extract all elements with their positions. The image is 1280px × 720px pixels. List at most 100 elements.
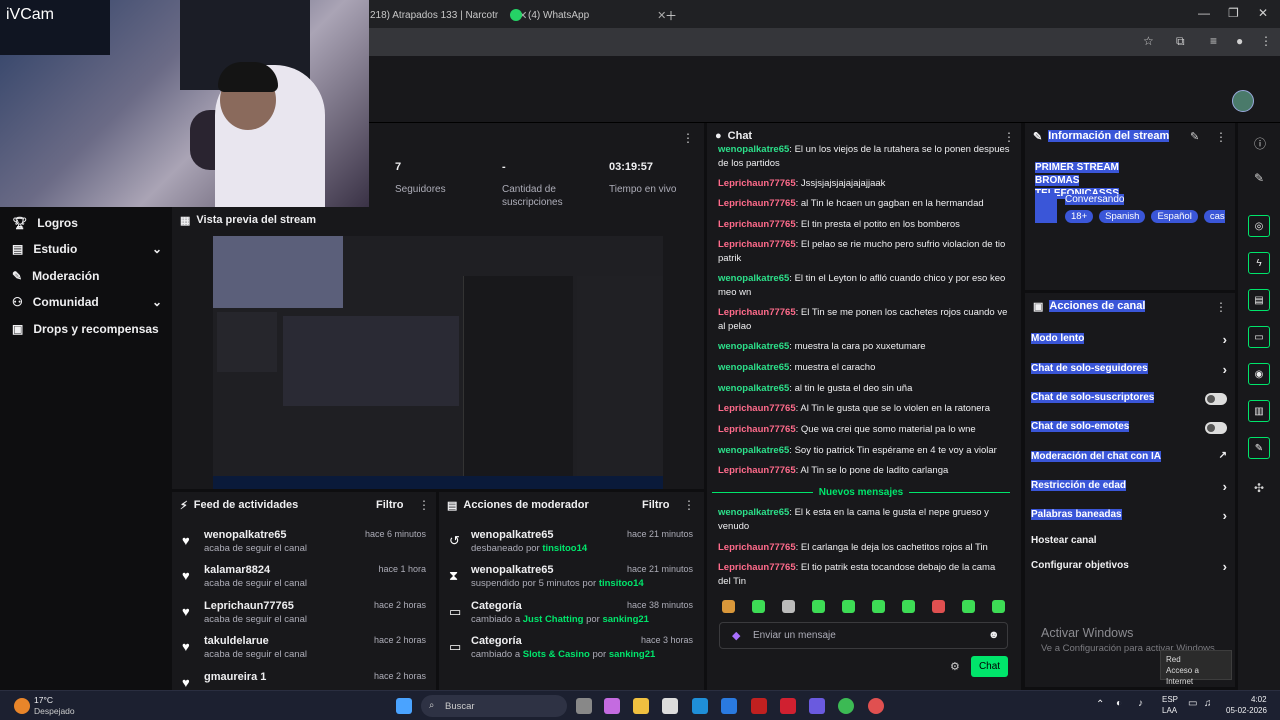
more-options-icon[interactable]: ⋮	[1003, 130, 1015, 144]
nav-item-logros[interactable]: 🏆︎ Logros	[12, 216, 162, 230]
chat-username[interactable]: Leprichaun77765	[718, 198, 796, 209]
maximize-icon[interactable]: ❐	[1228, 6, 1239, 20]
bits-icon[interactable]: ◆	[732, 629, 740, 642]
chat-username[interactable]: Leprichaun77765	[718, 465, 796, 476]
chat-username[interactable]: Leprichaun77765	[718, 562, 796, 573]
channel-action[interactable]: Chat de solo-emotes	[1031, 421, 1227, 437]
channel-action[interactable]: Restricción de edad ›	[1031, 479, 1227, 496]
network-icon[interactable]: ▭	[1188, 698, 1197, 709]
store-icon[interactable]	[662, 698, 678, 714]
chat-username[interactable]: wenopalkatre65	[718, 362, 789, 373]
chat-username[interactable]: Leprichaun77765	[718, 307, 796, 318]
stream-category[interactable]: Conversando	[1065, 194, 1125, 205]
emote-icon[interactable]	[722, 600, 735, 613]
channel-action[interactable]: Modo lento ›	[1031, 332, 1227, 349]
task-view-icon[interactable]	[576, 698, 592, 714]
nav-item-comunidad[interactable]: ⚇ Comunidad ⌄	[12, 295, 162, 309]
weather-temp[interactable]: 17°C	[34, 695, 53, 705]
chat-username[interactable]: wenopalkatre65	[718, 273, 789, 284]
channel-action[interactable]: Chat de solo-seguidores ›	[1031, 362, 1227, 379]
mod-filter-button[interactable]: Filtro	[642, 499, 670, 511]
new-messages-divider[interactable]: Nuevos mensajes	[712, 484, 1010, 500]
more-options-icon[interactable]: ⋮	[1215, 130, 1227, 144]
rail-button-clip[interactable]: ◎	[1248, 215, 1270, 237]
tag[interactable]: Español	[1151, 210, 1198, 223]
chat-username[interactable]: Leprichaun77765	[718, 542, 796, 553]
emote-icon[interactable]	[752, 600, 765, 613]
rail-button-chat[interactable]: ▭	[1248, 326, 1270, 348]
chat-username[interactable]: Leprichaun77765	[718, 239, 796, 250]
chat-input[interactable]: ◆ Enviar un mensaje ☻	[719, 622, 1008, 649]
info-icon[interactable]: ⓘ	[1254, 135, 1266, 152]
chat-username[interactable]: wenopalkatre65	[718, 144, 789, 155]
channel-action[interactable]: Chat de solo-suscriptores	[1031, 392, 1227, 408]
clock-time[interactable]: 4:02	[1251, 695, 1267, 704]
emote-icon[interactable]	[962, 600, 975, 613]
taskbar-search[interactable]: ⌕ Buscar	[421, 695, 567, 717]
rail-button-bolt[interactable]: ϟ	[1248, 252, 1270, 274]
bookmark-star-icon[interactable]: ☆	[1143, 34, 1154, 48]
windows-start-icon[interactable]	[396, 698, 412, 714]
stream-preview-video[interactable]	[213, 236, 663, 489]
feed-filter-button[interactable]: Filtro	[376, 499, 404, 511]
app-icon[interactable]	[780, 698, 796, 714]
chat-username[interactable]: wenopalkatre65	[718, 341, 789, 352]
more-options-icon[interactable]: ⋮	[418, 498, 430, 512]
channel-action[interactable]: Palabras baneadas ›	[1031, 508, 1227, 525]
nav-item-moderacion[interactable]: ✎ Moderación	[12, 269, 162, 283]
profile-icon[interactable]: ●	[1236, 34, 1243, 48]
edit-icon[interactable]: ✎	[1190, 130, 1199, 143]
emote-icon[interactable]	[872, 600, 885, 613]
rail-button-doc[interactable]: ▤	[1248, 289, 1270, 311]
media-icon[interactable]: ≡	[1210, 34, 1217, 48]
channel-action[interactable]: Moderación del chat con IA ↗	[1031, 450, 1227, 467]
chat-username[interactable]: wenopalkatre65	[718, 445, 789, 456]
teams-icon[interactable]	[809, 698, 825, 714]
new-tab-icon[interactable]: ＋	[665, 7, 677, 24]
minimize-icon[interactable]: —	[1198, 6, 1210, 20]
chevron-up-icon[interactable]: ⌃	[1096, 699, 1104, 710]
toggle-switch[interactable]	[1205, 422, 1227, 434]
channel-action[interactable]: Configurar objetivos ›	[1031, 559, 1227, 576]
emote-icon[interactable]	[842, 600, 855, 613]
app-tray-icon[interactable]: ◐	[1116, 698, 1122, 709]
rail-button-wrench[interactable]: ✎	[1248, 437, 1270, 459]
rail-button-broadcast[interactable]: ◉	[1248, 363, 1270, 385]
gear-icon[interactable]: ⚙	[950, 660, 960, 673]
more-options-icon[interactable]: ⋮	[1215, 300, 1227, 314]
menu-icon[interactable]: ⋮	[1260, 34, 1272, 48]
chat-username[interactable]: Leprichaun77765	[718, 219, 796, 230]
chat-username[interactable]: Leprichaun77765	[718, 424, 796, 435]
chat-username[interactable]: wenopalkatre65	[718, 507, 789, 518]
rail-button-layout[interactable]: ▥	[1248, 400, 1270, 422]
language-indicator[interactable]: ESP	[1162, 695, 1178, 704]
chrome-icon[interactable]	[838, 698, 854, 714]
tag[interactable]: Spanish	[1099, 210, 1146, 223]
outlook-icon[interactable]	[721, 698, 737, 714]
app-icon[interactable]	[868, 698, 884, 714]
emote-icon[interactable]	[812, 600, 825, 613]
chat-send-button[interactable]: Chat	[971, 656, 1008, 677]
more-options-icon[interactable]: ⋮	[683, 498, 695, 512]
nav-item-drops[interactable]: ▣ Drops y recompensas	[12, 322, 162, 336]
chat-username[interactable]: wenopalkatre65	[718, 383, 789, 394]
channel-action[interactable]: Hostear canal	[1031, 535, 1227, 551]
nav-item-estudio[interactable]: ▤ Estudio ⌄	[12, 242, 162, 256]
edge-icon[interactable]	[692, 698, 708, 714]
user-avatar[interactable]	[1232, 90, 1254, 112]
toggle-switch[interactable]	[1205, 393, 1227, 405]
emoji-icon[interactable]: ☻	[988, 629, 1000, 641]
emote-icon[interactable]	[782, 600, 795, 613]
chat-username[interactable]: Leprichaun77765	[718, 178, 796, 189]
close-window-icon[interactable]: ✕	[1258, 6, 1268, 20]
emote-icon[interactable]	[932, 600, 945, 613]
more-options-icon[interactable]: ⋮	[682, 131, 694, 145]
mic-icon[interactable]: ♪	[1138, 698, 1143, 709]
app-icon[interactable]	[751, 698, 767, 714]
file-explorer-icon[interactable]	[633, 698, 649, 714]
tag[interactable]: 18+	[1065, 210, 1094, 223]
browser-tab-whatsapp[interactable]: (4) WhatsApp ✕	[502, 4, 674, 26]
pencil-icon[interactable]: ✎	[1254, 171, 1264, 185]
chat-username[interactable]: Leprichaun77765	[718, 403, 796, 414]
extensions-icon[interactable]: ⧉	[1176, 34, 1185, 49]
